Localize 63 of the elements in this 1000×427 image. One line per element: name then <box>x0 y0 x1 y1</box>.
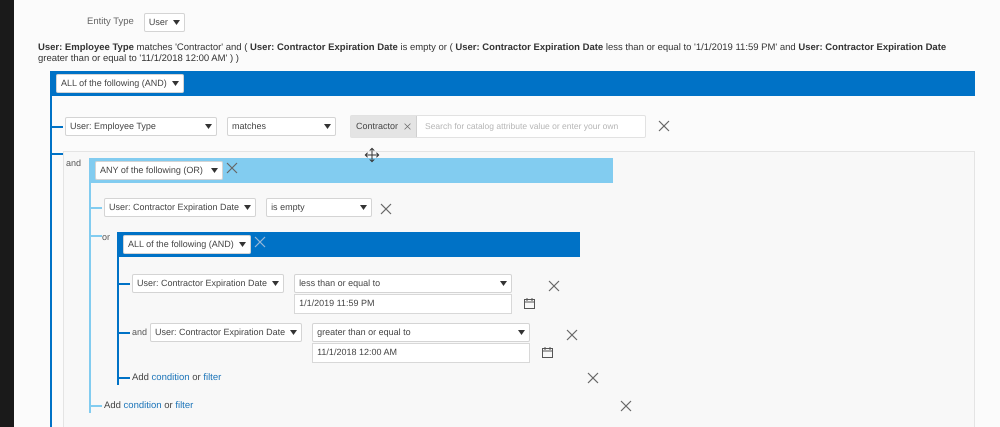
caret-icon <box>244 205 252 210</box>
calendar-icon[interactable] <box>542 347 554 358</box>
caret-icon <box>360 205 368 210</box>
dropdown-value: User: Employee Type <box>70 120 156 133</box>
close-icon[interactable] <box>658 120 670 132</box>
dropdown-value: is empty <box>271 200 305 214</box>
add-condition-text: Add condition or filter <box>104 400 194 412</box>
tag-label: Contractor <box>356 120 398 133</box>
dropdown-value: User <box>148 16 168 29</box>
caret-icon <box>518 330 526 335</box>
connector-label: or <box>102 232 112 243</box>
dropdown[interactable]: matches <box>227 117 336 136</box>
caret-icon <box>211 168 218 173</box>
dropdown-value: User: Contractor Expiration Date <box>155 326 286 339</box>
dropdown[interactable]: ALL of the following (AND) <box>123 235 251 254</box>
dropdown[interactable]: User: Contractor Expiration Date <box>104 198 256 217</box>
connector-label: and <box>66 158 82 169</box>
dropdown[interactable]: greater than or equal to <box>312 323 530 342</box>
date-field[interactable]: 11/1/2018 12:00 AM <box>312 343 530 363</box>
dropdown-value: ALL of the following (AND) <box>61 76 167 90</box>
dropdown[interactable]: less than or equal to <box>294 274 512 293</box>
dropdown-value: User: Contractor Expiration Date <box>109 200 240 214</box>
dropdown[interactable]: User: Contractor Expiration Date <box>150 323 302 342</box>
caret-icon <box>172 81 179 86</box>
dropdown-value: greater than or equal to <box>317 326 411 339</box>
add-condition-text: Add condition or filter <box>132 372 222 384</box>
close-icon[interactable] <box>404 123 412 130</box>
close-icon[interactable] <box>548 280 560 292</box>
close-icon[interactable] <box>587 372 599 384</box>
close-icon[interactable] <box>566 329 578 341</box>
calendar-icon[interactable] <box>524 298 536 309</box>
move-cursor-icon <box>364 147 380 163</box>
connector-label: and <box>132 327 148 338</box>
dropdown[interactable]: ALL of the following (AND) <box>56 74 184 93</box>
close-icon[interactable] <box>226 162 238 174</box>
dropdown-value: ALL of the following (AND) <box>128 238 234 251</box>
caret-icon <box>290 330 298 335</box>
dropdown-value: User: Contractor Expiration Date <box>137 276 268 290</box>
value-field[interactable]: Contractor Search for catalog attribute value or enter your own <box>350 115 646 138</box>
dropdown-value: matches <box>232 120 266 133</box>
caret-icon <box>324 124 331 129</box>
close-icon[interactable] <box>620 400 632 412</box>
condition-link[interactable]: condition <box>152 372 190 383</box>
dropdown[interactable]: User: Contractor Expiration Date <box>132 274 284 293</box>
dropdown-value: ANY of the following (OR) <box>100 164 203 177</box>
dropdown[interactable]: is empty <box>266 198 372 217</box>
dropdown[interactable]: User <box>144 13 185 32</box>
search-input[interactable]: Search for catalog attribute value or enter your own <box>417 120 645 133</box>
caret-icon <box>272 281 280 286</box>
filter-summary: User: Employee Type matches 'Contractor' and ( User: Contractor Expiration Date is empty or ( User: Contractor Expiration Date less than or equal to '1/1/2019 11:59 PM' and User: Contractor Expiration Date greater than or equal to '11/1/2018 12:00 AM' ) ) <box>38 42 948 64</box>
close-icon[interactable] <box>380 203 392 215</box>
filter-link[interactable]: filter <box>203 372 222 383</box>
condition-link[interactable]: condition <box>124 400 162 411</box>
caret-icon <box>500 281 508 286</box>
caret-icon <box>172 20 180 25</box>
dropdown[interactable]: User: Employee Type <box>65 117 217 136</box>
caret-icon <box>205 124 212 129</box>
caret-icon <box>239 242 246 247</box>
date-field[interactable]: 1/1/2019 11:59 PM <box>294 294 512 314</box>
entity-type-label: Entity Type <box>87 15 134 30</box>
dropdown[interactable]: ANY of the following (OR) <box>95 161 223 180</box>
dropdown-value: less than or equal to <box>299 276 380 290</box>
filter-link[interactable]: filter <box>175 400 194 411</box>
